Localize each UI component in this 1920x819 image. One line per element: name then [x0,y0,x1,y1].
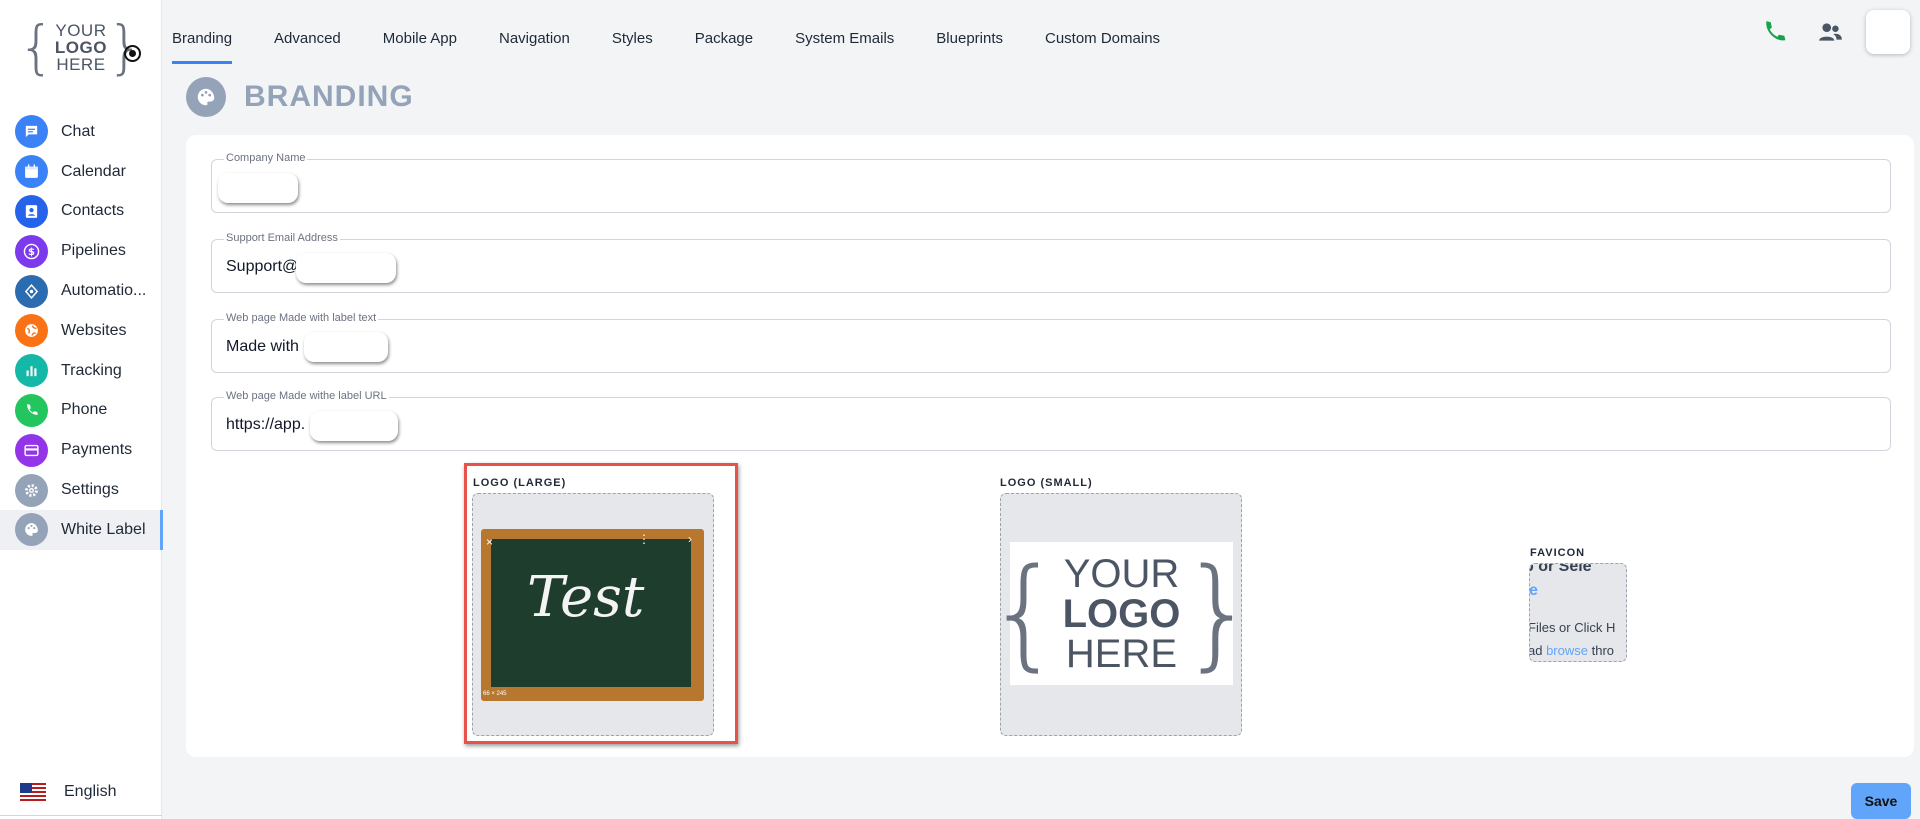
branding-form-card: Company Name Support Email Address Suppo… [186,135,1914,757]
globe-icon [15,314,48,348]
support-email-field[interactable]: Support Email Address Support@ [211,232,1891,293]
redacted-value [304,332,388,362]
sidebar-toggle[interactable] [124,45,141,62]
automation-icon [15,274,48,308]
bar-chart-icon [15,354,48,388]
sidebar-item-settings[interactable]: Settings [0,470,162,510]
sidebar-item-automation[interactable]: Automatio... [0,271,162,311]
highlight-box [464,463,738,744]
tab-blueprints[interactable]: Blueprints [926,12,1013,64]
sidebar-item-websites[interactable]: Websites [0,311,162,351]
logo-small-image: { YOUR LOGO HERE } [1001,542,1241,685]
avatar[interactable] [1866,10,1910,54]
language-selector[interactable]: English [20,783,116,801]
sidebar-item-pipelines[interactable]: $ Pipelines [0,231,162,271]
made-with-text-field[interactable]: Web page Made with label text Made with [211,312,1891,373]
favicon-dropzone[interactable]: p or Sele e Files or Click H ad browse t… [1529,563,1627,662]
redacted-value [296,253,396,283]
contacts-icon [15,194,48,228]
card-icon [15,433,48,467]
tab-styles[interactable]: Styles [602,12,663,64]
browse-link[interactable]: browse [1546,643,1588,658]
users-icon[interactable] [1808,10,1852,54]
sidebar-item-phone[interactable]: Phone [0,391,162,431]
sidebar-item-chat[interactable]: Chat [0,112,162,152]
us-flag-icon [20,783,46,801]
palette-icon [15,513,48,547]
tab-advanced[interactable]: Advanced [264,12,351,64]
palette-icon [186,77,226,117]
sidebar-item-contacts[interactable]: Contacts [0,192,162,232]
company-name-field[interactable]: Company Name [211,152,1891,213]
save-button[interactable]: Save [1851,783,1911,819]
phone-icon [15,393,48,427]
svg-text:$: $ [28,247,35,258]
made-with-url-field[interactable]: Web page Made withe label URL https://ap… [211,390,1891,451]
tab-package[interactable]: Package [685,12,763,64]
favicon-label: FAVICON [1530,547,1586,559]
brand-logo[interactable]: { YOUR LOGO HERE } [18,18,144,76]
tab-mobile-app[interactable]: Mobile App [373,12,467,64]
page-heading: BRANDING [186,77,414,117]
dollar-icon: $ [15,234,48,268]
chat-icon [15,115,48,149]
redacted-value [310,411,398,441]
tab-system-emails[interactable]: System Emails [785,12,904,64]
logo-small-label: LOGO (SMALL) [1000,477,1093,489]
logo-small-dropzone[interactable]: { YOUR LOGO HERE } [1000,493,1242,736]
sidebar-item-tracking[interactable]: Tracking [0,351,162,391]
calendar-icon [15,155,48,189]
redacted-value [218,173,298,203]
sidebar: { YOUR LOGO HERE } Chat Calendar Contact… [0,0,163,819]
sidebar-nav: Chat Calendar Contacts $ Pipelines Autom… [0,112,163,550]
page-title: BRANDING [244,80,414,113]
sidebar-item-payments[interactable]: Payments [0,430,162,470]
gear-icon [15,473,48,507]
header-actions [1740,10,1910,54]
phone-icon[interactable] [1752,10,1796,54]
tab-navigation[interactable]: Navigation [489,12,580,64]
settings-tabs: Branding Advanced Mobile App Navigation … [162,0,1192,64]
tab-custom-domains[interactable]: Custom Domains [1035,12,1170,64]
sidebar-item-white-label[interactable]: White Label [0,509,163,550]
sidebar-divider [0,815,162,816]
tab-branding[interactable]: Branding [162,12,242,64]
sidebar-item-calendar[interactable]: Calendar [0,152,162,192]
